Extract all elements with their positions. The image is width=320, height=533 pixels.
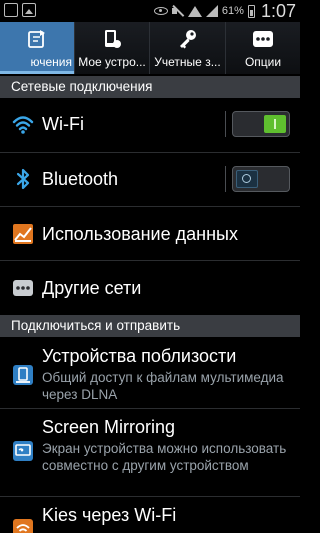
section-header-connect-share: Подключиться и отправить (0, 315, 300, 337)
battery-icon (247, 4, 255, 18)
connections-icon (28, 30, 45, 48)
wifi-toggle[interactable] (232, 111, 290, 137)
item-title: Устройства поблизости (42, 346, 237, 366)
item-title: Wi-Fi (42, 114, 84, 134)
list-item-bluetooth[interactable]: Bluetooth (0, 153, 300, 206)
battery-percent: 61% (221, 5, 244, 17)
section-title: Подключиться и отправить (11, 318, 181, 333)
notification-icon (4, 3, 18, 17)
device-icon (105, 30, 121, 48)
list-item-screen-mirroring[interactable]: Screen Mirroring Экран устройства можно … (0, 409, 300, 496)
data-usage-icon (13, 224, 33, 244)
list-item-more-networks[interactable]: Другие сети (0, 261, 300, 315)
tab-bar: ючения Мое устро... Учетные з... Опции (0, 22, 300, 74)
bluetooth-toggle[interactable] (232, 166, 290, 192)
wifi-status-icon (187, 5, 202, 17)
item-title: Bluetooth (42, 169, 119, 189)
more-icon (253, 31, 273, 47)
status-bar: 61% 1:07 (0, 0, 300, 22)
item-subtitle: Общий доступ к файлам мультимедиа через … (42, 370, 284, 402)
tab-label: Опции (244, 55, 282, 69)
tab-label: ючения (30, 55, 73, 69)
tab-my-device[interactable]: Мое устро... (75, 22, 150, 74)
list-item-data-usage[interactable]: Использование данных (0, 207, 300, 260)
divider-vertical (225, 166, 226, 192)
eye-icon (153, 7, 168, 15)
wifi-icon (12, 116, 34, 134)
item-title: Использование данных (42, 224, 238, 244)
list-item-wifi[interactable]: Wi-Fi (0, 98, 300, 151)
clock: 1:07 (260, 0, 296, 21)
bluetooth-icon (16, 168, 30, 190)
nearby-devices-icon (13, 365, 33, 385)
list-item-kies-wifi[interactable]: Kies через Wi-Fi (0, 497, 300, 533)
key-icon (179, 30, 196, 49)
tab-connections[interactable]: ючения (0, 22, 75, 74)
tab-label: Учетные з... (154, 55, 221, 69)
gallery-icon (22, 3, 36, 17)
item-subtitle: Экран устройства можно использовать совм… (42, 441, 287, 473)
tab-accounts[interactable]: Учетные з... (150, 22, 226, 74)
list-item-nearby-devices[interactable]: Устройства поблизости Общий доступ к фай… (0, 338, 300, 408)
tab-options[interactable]: Опции (226, 22, 300, 74)
toggle-knob (264, 115, 286, 133)
mute-icon (171, 5, 184, 17)
tab-label: Мое устро... (78, 55, 146, 69)
toggle-knob (236, 170, 258, 188)
section-header-network: Сетевые подключения (0, 76, 300, 98)
screen-mirroring-icon (13, 441, 33, 461)
more-networks-icon (13, 280, 33, 296)
kies-wifi-icon (13, 519, 33, 533)
item-title: Screen Mirroring (42, 417, 176, 437)
item-title: Другие сети (42, 278, 142, 298)
item-title: Kies через Wi-Fi (42, 505, 177, 525)
signal-icon (205, 5, 218, 17)
section-title: Сетевые подключения (11, 79, 153, 94)
divider-vertical (225, 111, 226, 137)
